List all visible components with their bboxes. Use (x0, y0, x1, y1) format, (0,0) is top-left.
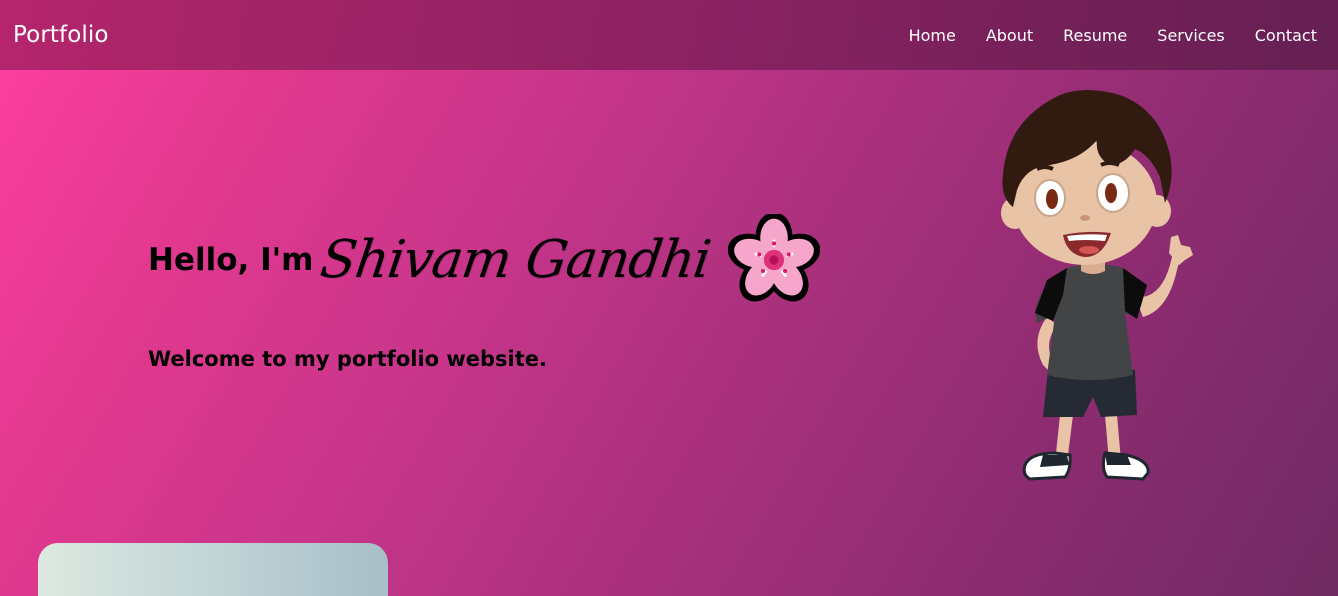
nav-link-contact[interactable]: Contact (1255, 26, 1317, 45)
nav-link-home[interactable]: Home (909, 26, 956, 45)
nav-link-services[interactable]: Services (1157, 26, 1224, 45)
sakura-flower-icon (727, 214, 820, 302)
hero-heading: Hello, I'm Shivam Gandhi (148, 205, 820, 315)
welcome-subtitle: Welcome to my portfolio website. (148, 347, 548, 371)
nav-link-resume[interactable]: Resume (1063, 26, 1127, 45)
hero-section: Hello, I'm Shivam Gandhi Welcome to my p… (148, 205, 820, 371)
nav-links: Home About Resume Services Contact (879, 26, 1317, 45)
brand-logo[interactable]: Portfolio (13, 22, 109, 48)
name-text: Shivam Gandhi (317, 230, 715, 290)
cartoon-boy-avatar (1001, 90, 1193, 481)
navbar: Portfolio Home About Resume Services Con… (0, 0, 1338, 70)
nav-link-about[interactable]: About (986, 26, 1033, 45)
greeting-text: Hello, I'm (148, 242, 314, 278)
hero-image-card (38, 543, 388, 596)
